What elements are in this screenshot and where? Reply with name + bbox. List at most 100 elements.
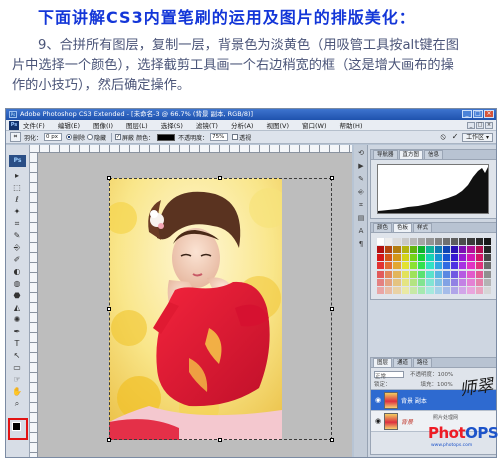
doc-restore-button[interactable]: □ [476,121,484,129]
color-swatch[interactable] [377,270,385,278]
color-swatch[interactable] [393,246,401,254]
color-swatch[interactable] [401,286,409,294]
dock-history-icon[interactable]: ⟲ [356,148,366,158]
color-swatch[interactable] [385,254,393,262]
color-swatch[interactable] [450,286,459,294]
color-swatch[interactable] [442,238,450,245]
dock-actions-icon[interactable]: ▶ [356,161,366,171]
color-swatch[interactable] [377,238,385,245]
color-swatch[interactable] [483,262,491,270]
color-swatch[interactable] [442,246,450,254]
color-swatch[interactable] [467,246,475,254]
color-swatch[interactable] [483,286,491,294]
crop-handle-top-left[interactable] [107,176,111,180]
magic-wand-tool-icon[interactable]: ✦ [10,206,24,217]
foreground-color-swatch[interactable] [12,422,21,431]
eraser-tool-icon[interactable]: ⬣ [10,290,24,301]
menu-image[interactable]: 图像(I) [93,120,113,130]
color-swatch[interactable] [385,238,393,245]
tab-styles[interactable]: 样式 [413,223,433,232]
color-swatch[interactable] [475,278,483,286]
dock-tool-presets-icon[interactable]: ⌗ [356,200,366,210]
color-swatch[interactable] [442,286,450,294]
color-swatch[interactable] [393,270,401,278]
color-swatch[interactable] [409,286,418,294]
color-swatch[interactable] [475,254,483,262]
color-swatch[interactable] [426,262,434,270]
menu-help[interactable]: 帮助(H) [340,120,363,130]
color-swatch[interactable] [459,254,467,262]
color-swatch[interactable] [401,278,409,286]
color-swatch[interactable] [409,246,418,254]
history-brush-tool-icon[interactable]: ◍ [10,278,24,289]
color-swatch[interactable] [393,238,401,245]
color-swatch[interactable] [475,270,483,278]
color-swatch[interactable] [409,262,418,270]
crop-handle-top-right[interactable] [330,176,334,180]
color-swatch[interactable] [426,286,434,294]
crop-handle-top-center[interactable] [218,176,222,180]
color-swatch[interactable] [401,254,409,262]
tab-navigator[interactable]: 导航器 [373,150,398,159]
swatch-grid[interactable] [377,238,491,294]
menu-layer[interactable]: 图层(L) [126,120,148,130]
color-swatch[interactable] [483,270,491,278]
layer-fill-label[interactable]: 填充：100% [421,380,453,388]
color-swatch[interactable] [434,246,442,254]
delete-radio[interactable] [66,134,73,140]
color-swatch[interactable] [426,246,434,254]
color-swatch[interactable] [434,262,442,270]
color-swatch[interactable] [475,246,483,254]
color-swatch[interactable] [442,254,450,262]
color-swatch[interactable] [434,270,442,278]
color-swatch[interactable] [475,262,483,270]
color-swatch[interactable] [418,254,426,262]
menu-view[interactable]: 视图(V) [266,120,289,130]
move-tool-icon[interactable]: ▸ [10,170,24,181]
color-swatch[interactable] [459,238,467,245]
shield-color-swatch[interactable] [157,133,176,141]
clone-stamp-tool-icon[interactable]: ◐ [10,266,24,277]
color-swatch[interactable] [459,278,467,286]
color-swatch[interactable] [377,286,385,294]
color-swatch[interactable] [385,286,393,294]
tab-layers[interactable]: 图层 [373,358,393,367]
color-swatch[interactable] [459,246,467,254]
crop-handle-bottom-left[interactable] [107,438,111,442]
maximize-button[interactable]: □ [473,110,483,118]
pen-tool-icon[interactable]: ✒ [10,326,24,337]
color-swatch[interactable] [401,246,409,254]
color-swatch[interactable] [393,278,401,286]
shield-checkbox[interactable]: ✓ [115,134,122,140]
color-swatch[interactable] [426,254,434,262]
blend-mode-select[interactable]: 正常 [374,370,404,380]
color-swatch[interactable] [467,254,475,262]
color-swatch[interactable] [450,238,459,245]
color-swatch[interactable] [418,286,426,294]
dock-brushes-icon[interactable]: ✎ [356,174,366,184]
color-swatch[interactable] [450,254,459,262]
opacity-input[interactable]: 75% [210,133,229,141]
color-swatch[interactable] [442,270,450,278]
crop-handle-middle-right[interactable] [330,307,334,311]
menu-select[interactable]: 选择(S) [161,120,183,130]
color-swatch[interactable] [393,254,401,262]
healing-tool-icon[interactable]: ⎆ [10,242,24,253]
dock-character-icon[interactable]: A [356,226,366,236]
menu-filter[interactable]: 滤镜(T) [196,120,218,130]
menu-edit[interactable]: 编辑(E) [58,120,80,130]
color-swatch[interactable] [418,278,426,286]
canvas-area[interactable] [38,153,352,457]
color-swatch[interactable] [475,286,483,294]
color-swatch[interactable] [450,246,459,254]
color-swatch[interactable] [393,286,401,294]
color-swatch[interactable] [409,270,418,278]
color-swatch[interactable] [393,262,401,270]
color-swatch[interactable] [385,246,393,254]
crop-selection-box[interactable] [107,176,334,442]
color-swatch[interactable] [467,262,475,270]
tab-paths[interactable]: 路径 [413,358,433,367]
color-swatch[interactable] [434,286,442,294]
doc-close-button[interactable]: × [485,121,493,129]
path-selection-tool-icon[interactable]: ↖ [10,350,24,361]
